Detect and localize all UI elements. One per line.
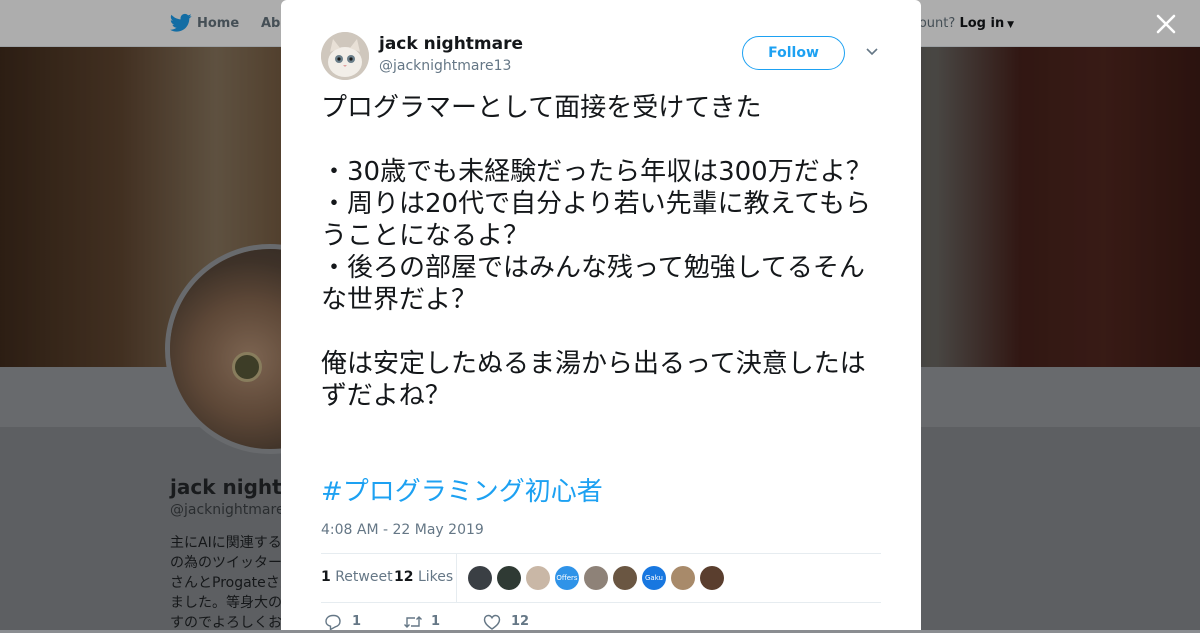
close-icon[interactable] bbox=[1152, 10, 1180, 38]
tweet-text: プログラマーとして面接を受けてきた ・30歳でも未経験だったら年収は300万だよ… bbox=[321, 93, 872, 411]
tweet-hashtag-link[interactable]: #プログラミング初心者 bbox=[321, 476, 603, 508]
tweet-timestamp[interactable]: 4:08 AM - 22 May 2019 bbox=[321, 522, 484, 538]
chevron-down-icon[interactable] bbox=[865, 47, 879, 57]
heart-icon bbox=[483, 614, 501, 630]
author-avatar[interactable] bbox=[321, 32, 369, 80]
liker-avatar[interactable] bbox=[584, 566, 608, 590]
retweet-stat[interactable]: 1 Retweet bbox=[321, 569, 393, 585]
liker-avatar[interactable]: Offers bbox=[555, 566, 579, 590]
liker-avatar[interactable] bbox=[700, 566, 724, 590]
tweet-modal: jack nightmare @jacknightmare13 Follow プ… bbox=[281, 0, 921, 630]
liker-avatar[interactable] bbox=[497, 566, 521, 590]
likes-count: 12 bbox=[394, 569, 414, 585]
liker-avatar[interactable] bbox=[671, 566, 695, 590]
reply-icon bbox=[325, 614, 341, 630]
liker-avatar[interactable] bbox=[526, 566, 550, 590]
reply-count: 1 bbox=[352, 614, 362, 629]
tweet-stats: 1 Retweet 12 Likes Offers Gaku Prog bbox=[321, 553, 881, 603]
stats-divider bbox=[456, 554, 457, 602]
likes-stat-label: Likes bbox=[417, 569, 454, 585]
cat-avatar-icon bbox=[321, 32, 369, 80]
like-action-count: 12 bbox=[511, 614, 530, 629]
retweet-stat-label: Retweet bbox=[335, 569, 393, 585]
follow-button[interactable]: Follow bbox=[742, 36, 845, 70]
liker-avatar[interactable] bbox=[613, 566, 637, 590]
liker-avatar[interactable]: Gaku Prog bbox=[642, 566, 666, 590]
retweet-icon bbox=[404, 616, 422, 628]
author-name[interactable]: jack nightmare bbox=[379, 34, 523, 54]
retweet-count: 1 bbox=[321, 569, 331, 585]
author-handle[interactable]: @jacknightmare13 bbox=[379, 58, 511, 74]
retweet-action-count: 1 bbox=[431, 614, 441, 629]
liker-avatar[interactable] bbox=[468, 566, 492, 590]
likes-stat[interactable]: 12 Likes bbox=[394, 569, 453, 585]
